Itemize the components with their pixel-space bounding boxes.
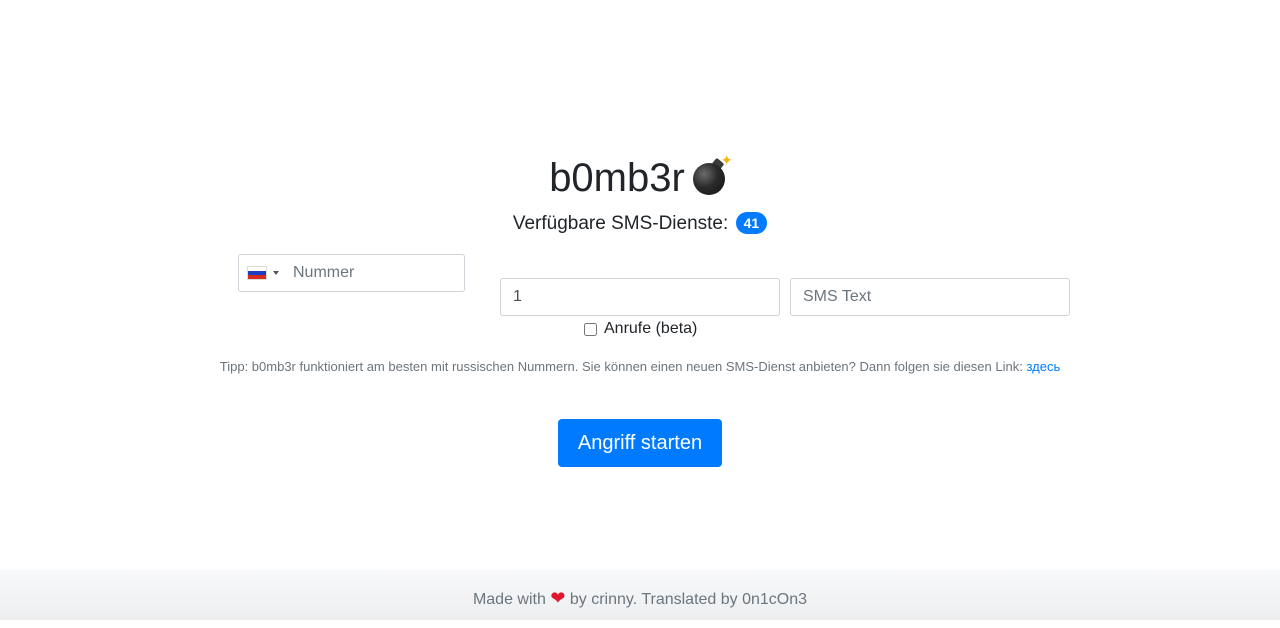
footer-made-with: Made with — [472, 591, 546, 608]
services-info: Verfügbare SMS-Dienste: 41 — [0, 210, 1280, 238]
services-count-badge: 41 — [735, 212, 768, 234]
page-title: b0mb3r ✦ — [0, 150, 1280, 206]
footer: Made with ❤ by crinny. Translated by 0n1… — [0, 570, 1280, 620]
country-select[interactable] — [239, 255, 279, 291]
services-label: Verfügbare SMS-Dienste: — [512, 213, 729, 234]
calls-checkbox[interactable] — [584, 322, 597, 336]
start-attack-button[interactable]: Angriff starten — [558, 419, 722, 467]
sms-text-input[interactable] — [790, 278, 1070, 316]
calls-label: Anrufe (beta) — [604, 320, 698, 337]
tip-body: Tipp: b0mb3r funktioniert am besten mit … — [219, 359, 1027, 374]
russia-flag-icon — [247, 266, 267, 280]
count-input[interactable] — [500, 278, 780, 316]
caret-down-icon — [273, 271, 279, 275]
calls-option: Anrufe (beta) — [584, 319, 697, 339]
footer-credits: by crinny. Translated by 0n1cOn3 — [569, 591, 808, 608]
phone-input-group — [238, 254, 465, 292]
heart-icon: ❤ — [550, 588, 566, 608]
phone-number-input[interactable] — [293, 264, 453, 282]
bomb-icon: ✦ — [691, 153, 733, 195]
tip-link[interactable]: здесь — [1026, 359, 1060, 374]
title-text: b0mb3r — [549, 156, 685, 200]
tip-text: Tipp: b0mb3r funktioniert am besten mit … — [0, 358, 1280, 376]
